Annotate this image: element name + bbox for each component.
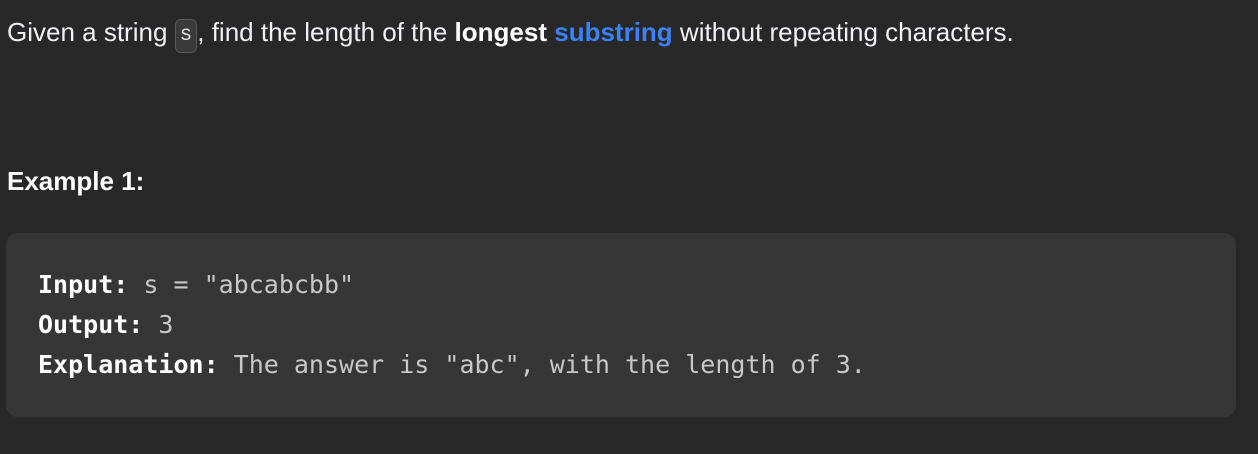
problem-text-middle: , find the length of the	[197, 17, 455, 47]
example-input-line: Input: s = "abcabcbb"	[38, 265, 866, 305]
input-label: Input:	[38, 270, 129, 299]
explanation-label: Explanation:	[38, 350, 219, 379]
problem-text-start: Given a string	[7, 17, 175, 47]
problem-description: Given a string s, find the length of the…	[7, 12, 1014, 53]
inline-code-s: s	[174, 19, 198, 53]
example-lines: Input: s = "abcabcbb" Output: 3 Explanatio…	[38, 265, 866, 385]
explanation-value: The answer is "abc", with the length of …	[218, 350, 866, 379]
output-value: 3	[143, 310, 174, 339]
output-label: Output:	[38, 310, 144, 339]
example-explanation-line: Explanation: The answer is "abc", with t…	[38, 345, 866, 385]
example-block: Input: s = "abcabcbb" Output: 3 Explanatio…	[6, 233, 1236, 417]
input-value: s = "abcabcbb"	[128, 270, 355, 299]
example-output-line: Output: 3	[38, 305, 866, 345]
example-title: Example 1:	[7, 166, 145, 196]
bold-longest: longest	[454, 17, 547, 47]
substring-link[interactable]: substring	[554, 17, 672, 47]
problem-text-end: without repeating characters.	[672, 17, 1014, 47]
